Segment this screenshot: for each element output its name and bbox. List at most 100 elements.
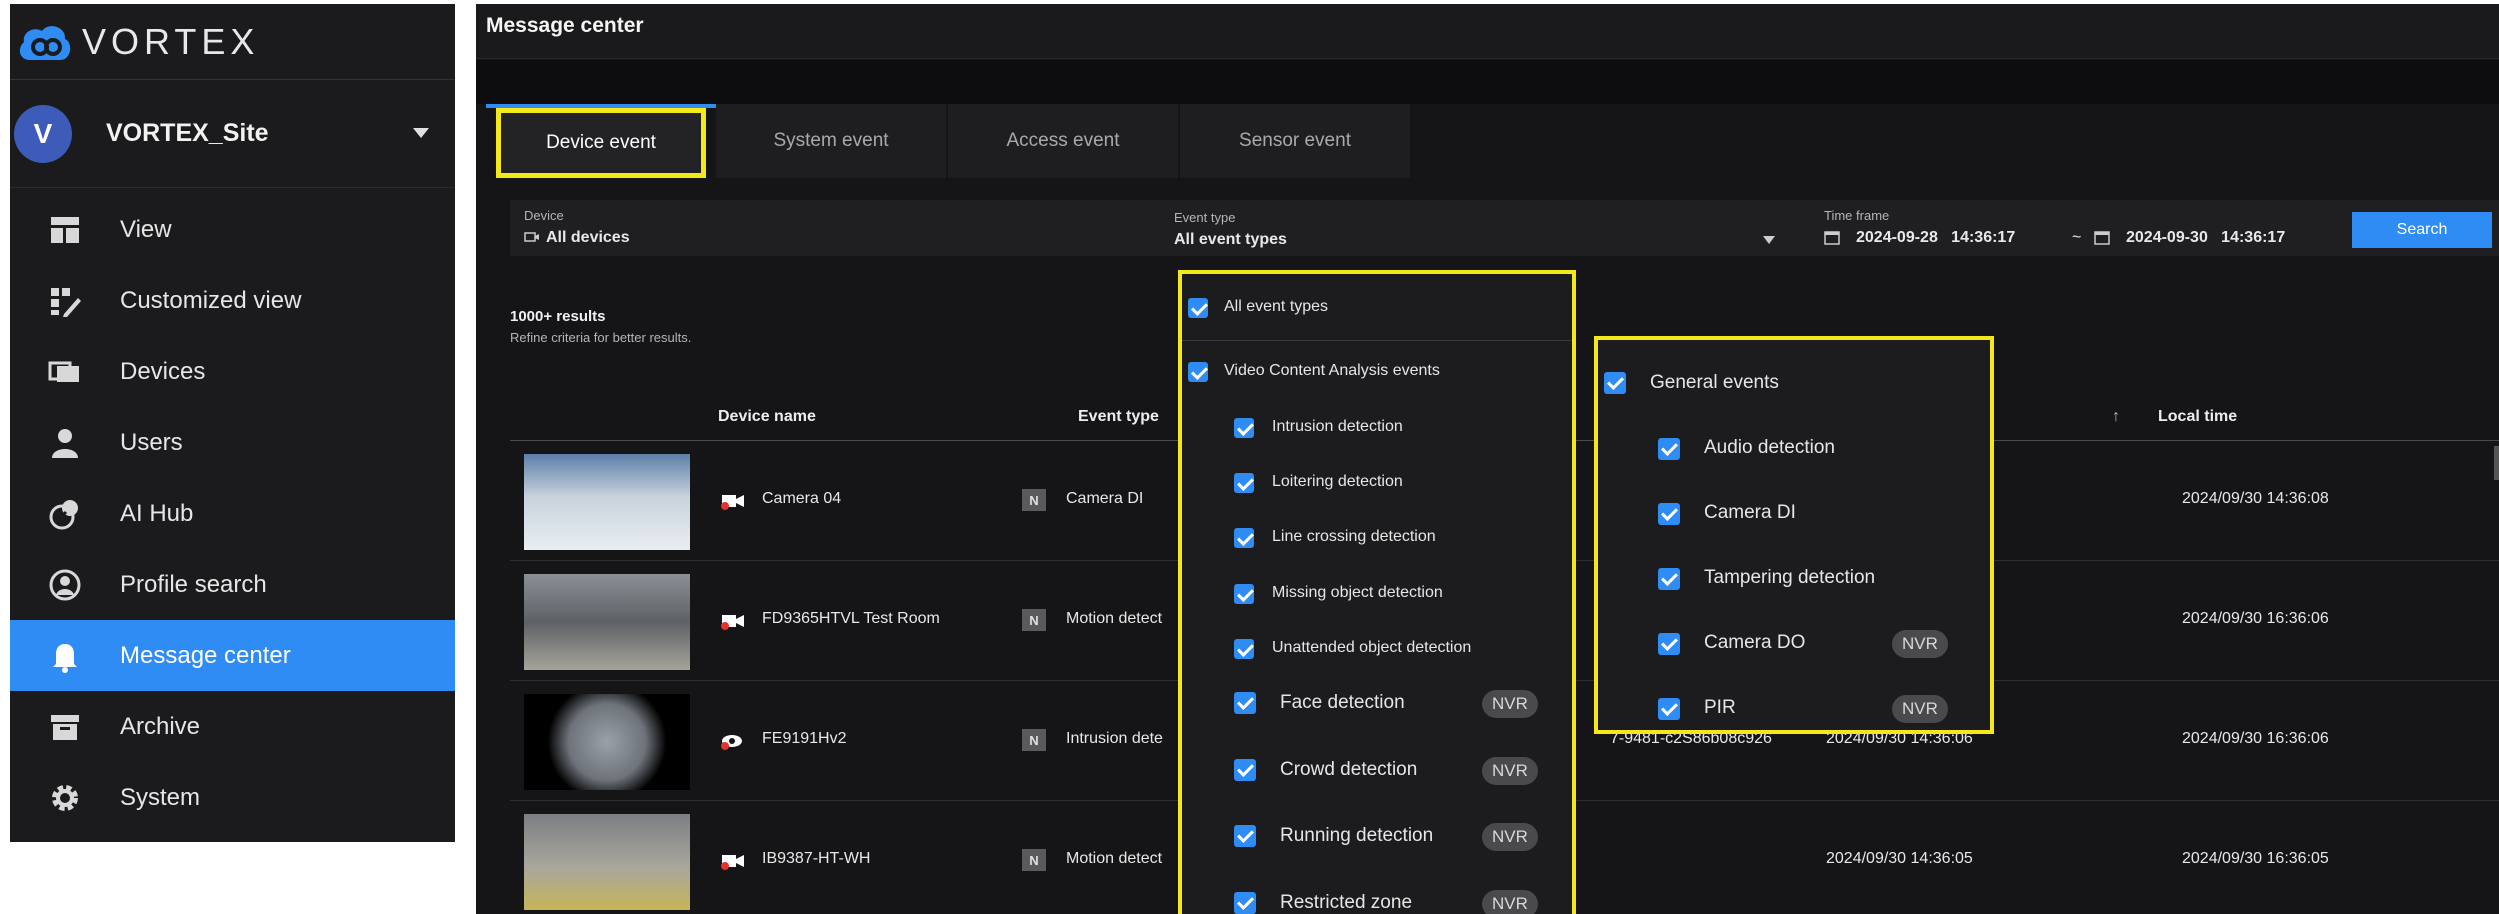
device-name: FE9191Hv2 [762,730,847,747]
checkbox-unattended-object-detection[interactable] [1234,639,1254,659]
checkbox-restricted-zone[interactable] [1234,892,1256,914]
sidebar-item-message-center[interactable]: Message center [10,620,455,691]
caret-down-icon[interactable] [413,128,429,138]
sidebar-item-label: AI Hub [120,499,194,527]
event-tabs: Device event System event Access event S… [486,104,1412,178]
nvr-badge: N [1022,609,1046,631]
device-filter-label: Device [524,208,564,223]
option-label: Crowd detection [1280,759,1418,780]
site-name: VORTEX_Site [106,119,269,147]
gear-icon [10,781,120,815]
time-separator: ~ [2072,229,2082,246]
event-thumbnail[interactable] [524,574,690,670]
option-label: Restricted zone [1280,892,1413,913]
tab-device-event[interactable]: Device event [496,108,706,178]
sidebar-item-devices[interactable]: Devices [10,336,455,407]
checkbox-audio-detection[interactable] [1658,438,1680,460]
results-hint: Refine criteria for better results. [510,330,692,345]
tab-system-event[interactable]: System event [716,104,946,178]
checkbox-pir[interactable] [1658,698,1680,720]
sidebar-item-label: System [120,783,201,811]
sidebar-item-label: Profile search [120,570,267,598]
checkbox-running-detection[interactable] [1234,825,1256,847]
option-label: Running detection [1280,825,1434,846]
tab-sensor-event[interactable]: Sensor event [1180,104,1410,178]
time-to-value[interactable]: 2024-09-30 14:36:17 [2126,229,2285,247]
sidebar-item-label: Archive [120,712,201,740]
general-events-panel: General events Audio detection Camera DI… [1594,336,1994,734]
tab-access-event[interactable]: Access event [948,104,1178,178]
archive-icon [10,710,120,744]
event-type-value[interactable]: All event types [1174,231,1287,249]
checkbox-camera-di[interactable] [1658,503,1680,525]
local-time: 2024/09/30 14:36:08 [2182,490,2329,507]
option-label: Tampering detection [1704,567,1876,588]
column-local-time[interactable]: Local time [2158,408,2237,426]
device-time: 2024/09/30 14:36:05 [1826,850,1973,867]
sidebar-item-ai-hub[interactable]: AI Hub [10,478,455,549]
checkbox-general-events[interactable] [1604,372,1626,394]
profile-search-icon [10,568,120,602]
camera-icon [524,232,539,242]
checkbox-vca-events[interactable] [1188,362,1208,382]
option-label: PIR [1704,697,1736,718]
column-event-type[interactable]: Event type [1078,408,1159,426]
sort-arrow-icon[interactable]: ↑ [2112,408,2120,426]
chevron-down-icon[interactable] [1763,236,1775,244]
checkbox-missing-object-detection[interactable] [1234,584,1254,604]
title-bar [476,4,2499,59]
nvr-badge: N [1022,489,1046,511]
event-thumbnail[interactable] [524,814,690,910]
calendar-icon[interactable] [2094,229,2110,245]
sidebar-item-customized-view[interactable]: Customized view [10,265,455,336]
event-type-label: Event type [1174,210,1236,225]
event-thumbnail[interactable] [524,694,690,790]
column-device-name[interactable]: Device name [718,408,816,426]
brand-name: VORTEX [82,20,260,62]
nvr-badge: N [1022,729,1046,751]
time-from-value[interactable]: 2024-09-28 14:36:17 [1856,229,2015,247]
sidebar-item-archive[interactable]: Archive [10,691,455,762]
device-name: FD9365HTVL Test Room [762,610,940,627]
event-thumbnail[interactable] [524,454,690,550]
camera-icon [721,855,744,870]
sidebar-item-view[interactable]: View [10,194,455,265]
checkbox-all-event-types[interactable] [1188,298,1208,318]
sidebar-item-profile-search[interactable]: Profile search [10,549,455,620]
checkbox-intrusion-detection[interactable] [1234,418,1254,438]
time-frame-label: Time frame [1824,208,1890,223]
checkbox-line-crossing-detection[interactable] [1234,528,1254,548]
checkbox-camera-do[interactable] [1658,633,1680,655]
layout-icon [10,213,120,247]
checkbox-face-detection[interactable] [1234,692,1256,714]
checkbox-tampering-detection[interactable] [1658,568,1680,590]
option-label: Intrusion detection [1272,418,1403,435]
nvr-badge: NVR [1482,690,1538,718]
dropdown-divider [1182,340,1572,341]
option-label: Face detection [1280,692,1405,713]
option-label: Camera DO [1704,632,1806,653]
sidebar-item-system[interactable]: System [10,762,455,833]
calendar-icon[interactable] [1824,229,1840,245]
option-label: Missing object detection [1272,584,1443,601]
event-type: Camera DI [1066,490,1144,507]
device-filter-value[interactable]: All devices [546,229,630,247]
sidebar-item-users[interactable]: Users [10,407,455,478]
option-label: All event types [1224,298,1329,315]
event-type: Intrusion dete [1066,730,1163,747]
option-label: Audio detection [1704,437,1835,458]
option-label: Line crossing detection [1272,528,1436,545]
option-label: Loitering detection [1272,473,1403,490]
sidebar-item-label: Users [120,428,183,456]
page-title: Message center [486,14,644,37]
camera-icon [721,615,744,630]
option-label: Video Content Analysis events [1224,362,1440,379]
option-label: Unattended object detection [1272,639,1472,656]
nvr-badge: NVR [1482,890,1538,914]
fisheye-camera-icon [721,735,742,750]
checkbox-loitering-detection[interactable] [1234,473,1254,493]
checkbox-crowd-detection[interactable] [1234,759,1256,781]
nvr-badge: NVR [1892,630,1948,658]
site-selector[interactable]: V VORTEX_Site [10,80,455,188]
search-button[interactable]: Search [2352,212,2492,248]
